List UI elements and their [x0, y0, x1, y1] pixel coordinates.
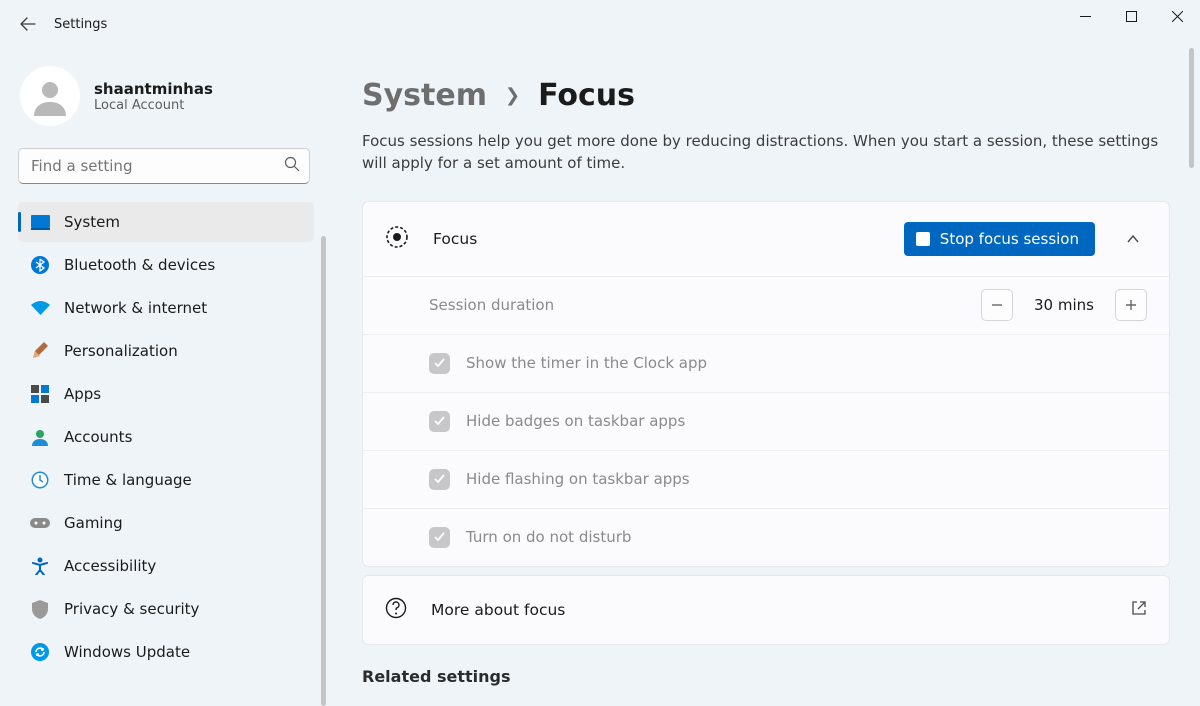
chevron-right-icon: ❯ — [505, 85, 520, 106]
wifi-icon — [30, 298, 50, 318]
breadcrumb: System ❯ Focus — [362, 78, 1170, 113]
breadcrumb-parent[interactable]: System — [362, 78, 487, 113]
nav-item-apps[interactable]: Apps — [18, 374, 314, 414]
collapse-button[interactable] — [1119, 225, 1147, 253]
nav-label: Personalization — [64, 342, 178, 360]
check-row-hide-flashing: Hide flashing on taskbar apps — [363, 450, 1169, 508]
stop-icon — [916, 232, 930, 246]
main-scrollbar[interactable] — [1189, 48, 1194, 168]
checkbox-show-timer[interactable] — [429, 353, 450, 374]
nav-item-update[interactable]: Windows Update — [18, 632, 314, 672]
update-icon — [30, 642, 50, 662]
minimize-icon — [1080, 11, 1091, 22]
nav-label: Network & internet — [64, 299, 207, 317]
nav-item-bluetooth[interactable]: Bluetooth & devices — [18, 245, 314, 285]
checkbox-hide-flashing[interactable] — [429, 469, 450, 490]
nav-item-time[interactable]: Time & language — [18, 460, 314, 500]
focus-header: Focus Stop focus session — [363, 202, 1169, 276]
check-label: Hide flashing on taskbar apps — [466, 470, 690, 488]
checkbox-dnd[interactable] — [429, 527, 450, 548]
avatar — [20, 66, 80, 126]
shield-icon — [30, 599, 50, 619]
maximize-icon — [1126, 11, 1137, 22]
check-label: Hide badges on taskbar apps — [466, 412, 685, 430]
nav-label: Accessibility — [64, 557, 156, 575]
check-label: Show the timer in the Clock app — [466, 354, 707, 372]
nav-item-system[interactable]: System — [18, 202, 314, 242]
sidebar-scrollbar[interactable] — [321, 236, 326, 706]
duration-value: 30 mins — [1029, 296, 1099, 314]
related-settings-heading: Related settings — [362, 667, 1170, 686]
check-icon — [434, 532, 446, 542]
gaming-icon — [30, 513, 50, 533]
decrease-duration-button[interactable] — [981, 289, 1013, 321]
focus-header-label: Focus — [433, 230, 880, 248]
checkbox-hide-badges[interactable] — [429, 411, 450, 432]
account-sub: Local Account — [94, 98, 213, 113]
nav-label: Windows Update — [64, 643, 190, 661]
accessibility-icon — [30, 556, 50, 576]
minimize-button[interactable] — [1062, 0, 1108, 32]
chevron-up-icon — [1126, 232, 1140, 246]
nav-label: Time & language — [64, 471, 192, 489]
window-controls — [1062, 0, 1200, 32]
brush-icon — [30, 341, 50, 361]
check-icon — [434, 358, 446, 368]
increase-duration-button[interactable] — [1115, 289, 1147, 321]
nav-item-privacy[interactable]: Privacy & security — [18, 589, 314, 629]
minus-icon — [991, 299, 1003, 311]
nav-label: Apps — [64, 385, 101, 403]
nav-label: Bluetooth & devices — [64, 256, 215, 274]
main-content: System ❯ Focus Focus sessions help you g… — [328, 48, 1200, 702]
plus-icon — [1125, 299, 1137, 311]
check-row-hide-badges: Hide badges on taskbar apps — [363, 392, 1169, 450]
more-about-focus-card[interactable]: More about focus — [362, 575, 1170, 645]
title-bar: Settings — [0, 0, 1200, 48]
close-button[interactable] — [1154, 0, 1200, 32]
sidebar: shaantminhas Local Account System Blueto… — [0, 48, 328, 702]
session-duration-label: Session duration — [429, 296, 965, 314]
nav-label: Privacy & security — [64, 600, 199, 618]
arrow-left-icon — [20, 16, 36, 32]
back-button[interactable] — [8, 4, 48, 44]
close-icon — [1172, 11, 1183, 22]
nav-item-network[interactable]: Network & internet — [18, 288, 314, 328]
system-icon — [30, 212, 50, 232]
window-title: Settings — [54, 17, 107, 32]
nav-label: Gaming — [64, 514, 123, 532]
nav-item-accounts[interactable]: Accounts — [18, 417, 314, 457]
apps-icon — [30, 384, 50, 404]
account-block[interactable]: shaantminhas Local Account — [18, 62, 328, 148]
clock-icon — [30, 470, 50, 490]
nav-list: System Bluetooth & devices Network & int… — [18, 202, 328, 672]
more-about-focus-label: More about focus — [431, 601, 1107, 619]
nav-item-personalization[interactable]: Personalization — [18, 331, 314, 371]
open-link-icon — [1131, 600, 1147, 620]
search-box — [18, 148, 310, 184]
search-icon — [284, 156, 300, 176]
check-row-dnd: Turn on do not disturb — [363, 508, 1169, 566]
stop-focus-label: Stop focus session — [940, 230, 1079, 248]
check-icon — [434, 416, 446, 426]
page-description: Focus sessions help you get more done by… — [362, 131, 1162, 175]
focus-card: Focus Stop focus session Session duratio… — [362, 201, 1170, 567]
search-input[interactable] — [18, 148, 310, 184]
person-icon — [30, 76, 70, 116]
nav-item-gaming[interactable]: Gaming — [18, 503, 314, 543]
check-label: Turn on do not disturb — [466, 528, 631, 546]
stop-focus-button[interactable]: Stop focus session — [904, 222, 1095, 256]
bluetooth-icon — [30, 255, 50, 275]
maximize-button[interactable] — [1108, 0, 1154, 32]
help-icon — [385, 597, 407, 623]
nav-label: Accounts — [64, 428, 132, 446]
session-duration-row: Session duration 30 mins — [363, 276, 1169, 334]
check-icon — [434, 474, 446, 484]
accounts-icon — [30, 427, 50, 447]
account-name: shaantminhas — [94, 80, 213, 98]
check-row-show-timer: Show the timer in the Clock app — [363, 334, 1169, 392]
nav-label: System — [64, 213, 120, 231]
nav-item-accessibility[interactable]: Accessibility — [18, 546, 314, 586]
focus-icon — [385, 225, 409, 253]
breadcrumb-current: Focus — [538, 78, 635, 113]
